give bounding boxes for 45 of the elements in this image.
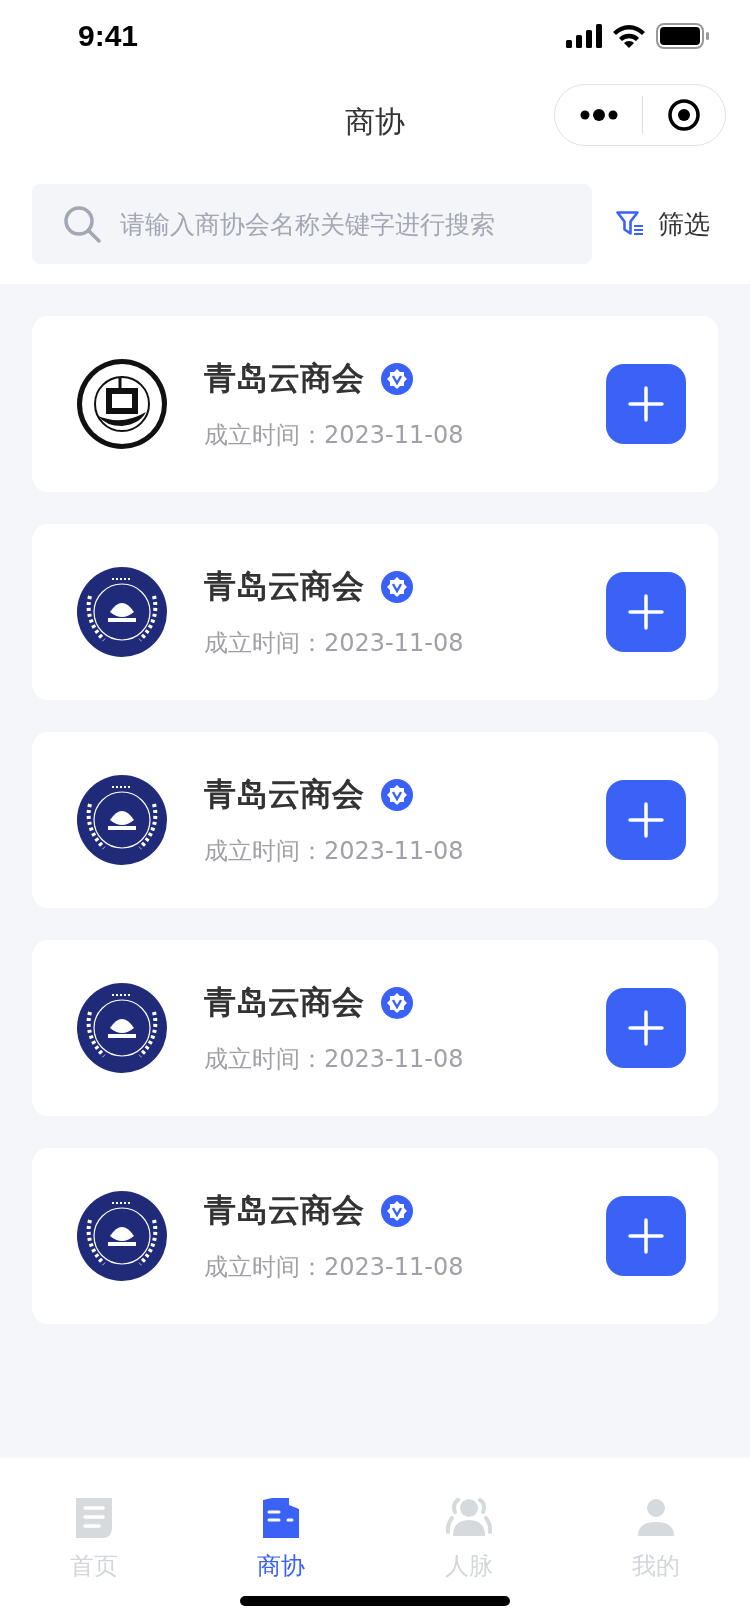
association-card[interactable]: 青岛云商会 成立时间：2023-11-08 [32,1148,718,1324]
person-icon [636,1498,677,1538]
page-title: 商协 [345,102,405,141]
search-field[interactable]: 请输入商协会名称关键字进行搜索 [32,184,592,264]
close-icon[interactable] [667,98,702,132]
document-icon [73,1498,114,1538]
founded-date: 成立时间：2023-11-08 [204,628,465,659]
plus-icon [628,594,664,630]
association-card[interactable]: 青岛云商会 成立时间：2023-11-08 [32,316,718,492]
plus-icon [628,802,664,838]
more-icon[interactable] [578,109,619,121]
add-button[interactable] [606,988,686,1068]
logo-icon [76,566,168,658]
plus-icon [628,1010,664,1046]
association-card[interactable]: 青岛云商会 成立时间：2023-11-08 [32,732,718,908]
wifi-icon [612,24,646,48]
battery-icon [656,23,710,49]
founded-date: 成立时间：2023-11-08 [204,420,465,451]
association-name: 青岛云商会 [204,774,364,815]
building-icon [261,1498,302,1538]
founded-date: 成立时间：2023-11-08 [204,836,465,867]
logo-icon [76,1190,168,1282]
logo-icon [76,358,168,450]
association-name: 青岛云商会 [204,566,364,607]
tab-item[interactable]: 商协 [187,1498,375,1582]
plus-icon [628,386,664,422]
association-card[interactable]: 青岛云商会 成立时间：2023-11-08 [32,524,718,700]
status-time: 9:41 [78,19,139,53]
add-button[interactable] [606,572,686,652]
people-icon [445,1498,492,1538]
add-button[interactable] [606,1196,686,1276]
association-name: 青岛云商会 [204,1190,364,1231]
plus-icon [628,1218,664,1254]
filter-button[interactable]: 筛选 [616,206,710,242]
filter-icon [616,211,644,237]
association-card[interactable]: 青岛云商会 成立时间：2023-11-08 [32,940,718,1116]
founded-date: 成立时间：2023-11-08 [204,1252,465,1283]
add-button[interactable] [606,364,686,444]
signal-icon [566,24,602,48]
association-name: 青岛云商会 [204,358,364,399]
founded-date: 成立时间：2023-11-08 [204,1044,465,1075]
add-button[interactable] [606,780,686,860]
logo-icon [76,982,168,1074]
logo-icon [76,774,168,866]
association-name: 青岛云商会 [204,982,364,1023]
